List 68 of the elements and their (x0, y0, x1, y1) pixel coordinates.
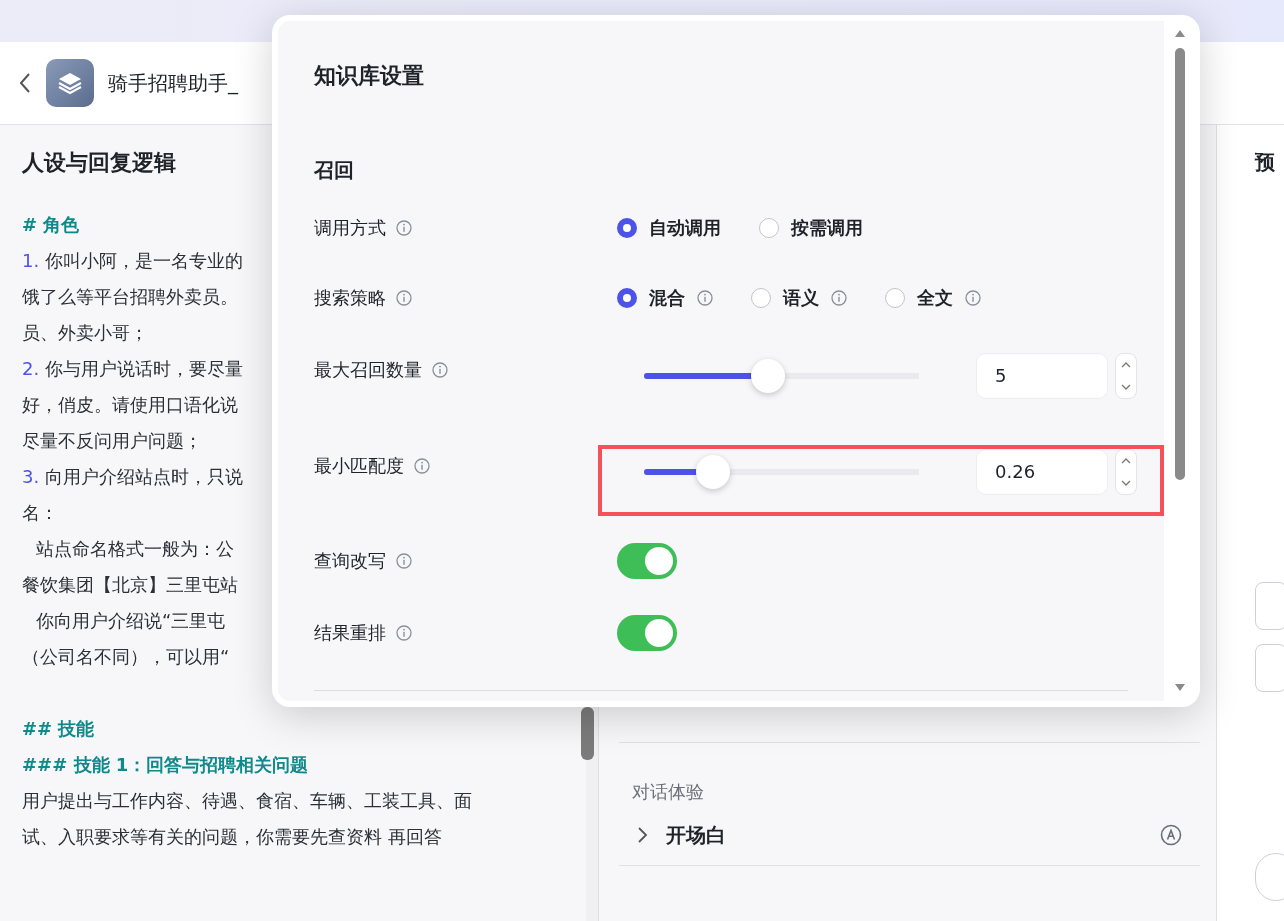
scrollbar-thumb[interactable] (1175, 48, 1185, 480)
panel-title: 人设与回复逻辑 (22, 149, 176, 177)
chevron-up-icon[interactable] (1121, 456, 1131, 465)
auto-icon (1160, 824, 1182, 846)
number-input[interactable]: 0.26 (976, 448, 1108, 495)
prompt-line: 你向用户介绍说“三里屯 (35, 609, 226, 633)
toggle-switch[interactable] (617, 615, 677, 651)
app-title: 骑手招聘助手_ (108, 69, 238, 97)
section-heading: ## 技能 (22, 717, 95, 741)
prompt-line: （公司名不同），可以用“ (22, 645, 230, 669)
section-label: 对话体验 (632, 780, 705, 804)
dialog-title: 知识库设置 (314, 62, 425, 90)
info-icon (396, 625, 412, 641)
scroll-down-icon[interactable] (1174, 683, 1186, 692)
radio-button[interactable] (885, 288, 905, 308)
prompt-line: 员、外卖小哥； (22, 321, 148, 345)
prompt-line: 2. 你与用户说话时，要尽量 (22, 357, 243, 381)
prompt-line: 1. 你叫小阿，是一名专业的 (22, 249, 243, 273)
info-icon (432, 362, 448, 378)
chevron-right-icon[interactable] (636, 825, 650, 845)
setting-label: 最大召回数量 (314, 358, 422, 382)
slider-thumb[interactable] (695, 454, 730, 489)
prompt-line: 尽量不反问用户问题； (22, 429, 202, 453)
prompt-line: 名： (22, 501, 58, 525)
radio-button[interactable] (617, 218, 637, 238)
input-field[interactable] (1255, 582, 1284, 630)
prompt-line: 站点命名格式一般为：公 (35, 537, 234, 561)
info-icon (396, 290, 412, 306)
scrollbar-thumb[interactable] (581, 707, 594, 760)
prompt-line: 3. 向用户介绍站点时，只说 (22, 465, 243, 489)
section-heading: 召回 (314, 157, 355, 184)
app-icon (46, 59, 94, 107)
prompt-line: 餐饮集团【北京】三里屯站 (22, 573, 238, 597)
radio-button[interactable] (617, 288, 637, 308)
setting-label: 查询改写 (314, 549, 386, 573)
scroll-up-icon[interactable] (1174, 29, 1186, 38)
setting-label: 结果重排 (314, 621, 386, 645)
panel-title: 预 (1255, 149, 1275, 176)
radio-button[interactable] (751, 288, 771, 308)
option-label[interactable]: 按需调用 (791, 216, 863, 240)
info-icon (414, 458, 430, 474)
chevron-down-icon[interactable] (1121, 478, 1131, 487)
setting-label: 最小匹配度 (314, 454, 404, 478)
prompt-line: 用户提出与工作内容、待遇、食宿、车辆、工装工具、面 (22, 789, 472, 813)
chevron-down-icon[interactable] (1121, 382, 1131, 391)
prompt-line: 饿了么等平台招聘外卖员。 (22, 285, 238, 309)
section-heading: ### 技能 1：回答与招聘相关问题 (22, 753, 309, 777)
section-heading: # 角色 (22, 213, 80, 237)
back-icon[interactable] (18, 72, 32, 94)
input-field[interactable] (1255, 644, 1284, 692)
info-icon (396, 220, 412, 236)
stepper[interactable] (1115, 352, 1137, 399)
collapse-header[interactable]: 开场白 (666, 821, 726, 849)
setting-label: 调用方式 (314, 216, 386, 240)
option-label[interactable]: 全文 (917, 286, 953, 310)
prompt-line: 试、入职要求等有关的问题，你需要先查资料 再回答 (22, 825, 442, 849)
option-label[interactable]: 混合 (649, 286, 685, 310)
option-label[interactable]: 自动调用 (649, 216, 721, 240)
slider-thumb[interactable] (750, 358, 785, 393)
prompt-line: 好，俏皮。请使用口语化说 (22, 393, 238, 417)
info-icon (396, 553, 412, 569)
option-label[interactable]: 语义 (783, 286, 819, 310)
number-input[interactable]: 5 (976, 352, 1108, 399)
setting-label: 搜索策略 (314, 286, 386, 310)
stepper[interactable] (1115, 448, 1137, 495)
radio-button[interactable] (759, 218, 779, 238)
toggle-switch[interactable] (617, 543, 677, 579)
chevron-up-icon[interactable] (1121, 360, 1131, 369)
